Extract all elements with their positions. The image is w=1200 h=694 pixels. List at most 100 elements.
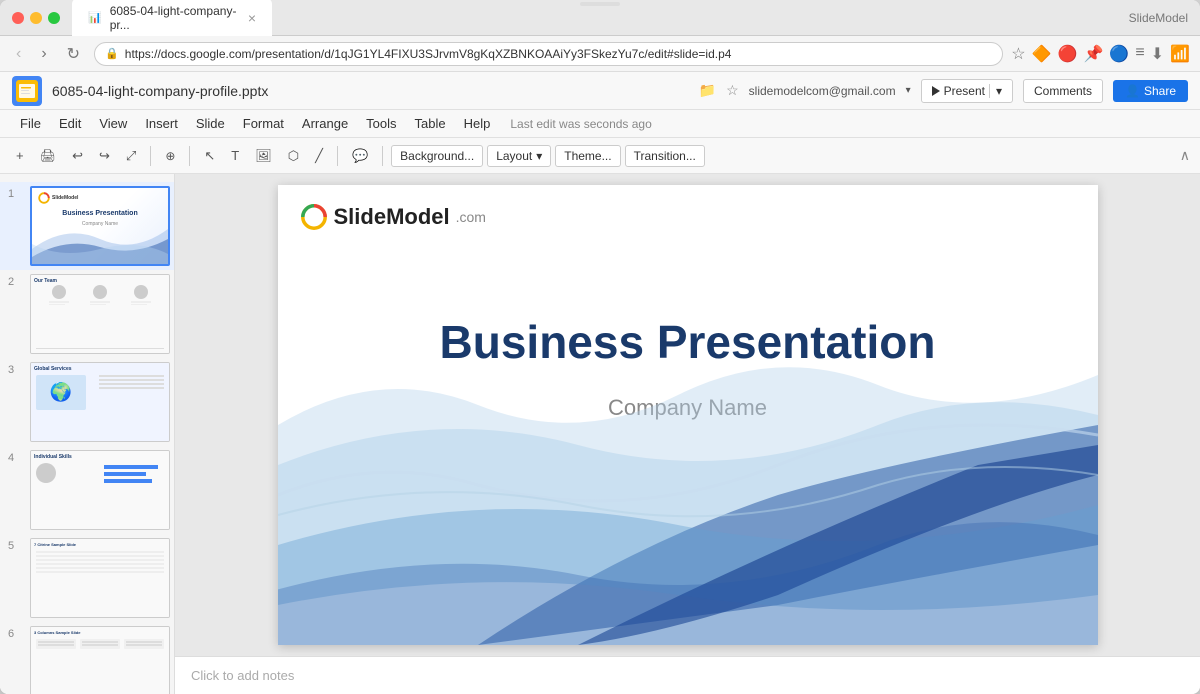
slide-canvas-wrapper[interactable]: SlideModel.com Business Presentation Com… xyxy=(175,174,1200,656)
collapse-toolbar-button[interactable]: ∧ xyxy=(1180,147,1190,164)
menu-bar: File Edit View Insert Slide Format Arran… xyxy=(0,110,1200,138)
thumb-wave xyxy=(32,219,168,264)
menu-file[interactable]: File xyxy=(12,113,49,134)
minimize-button[interactable] xyxy=(30,12,42,24)
image-tool[interactable]: 🖼 xyxy=(249,145,278,167)
extension3-icon[interactable]: 📌 xyxy=(1083,44,1103,64)
share-icon: 👤 xyxy=(1125,84,1140,98)
window-controls xyxy=(12,12,60,24)
lock-icon: 🔒 xyxy=(105,47,119,60)
browser-window: 📊 6085-04-light-company-pr... × SlideMod… xyxy=(0,0,1200,694)
present-button[interactable]: Present ▾ xyxy=(921,79,1013,103)
close-button[interactable] xyxy=(12,12,24,24)
shape-tool[interactable]: ⬡ xyxy=(282,145,305,167)
tab-favicon: 📊 xyxy=(88,11,102,24)
slide-item-2[interactable]: 2 Our Team xyxy=(0,270,174,358)
extension7-icon[interactable]: 📶 xyxy=(1170,44,1190,64)
layout-button[interactable]: Layout ▾ xyxy=(487,145,551,167)
user-email-caret[interactable]: ▾ xyxy=(906,85,911,96)
browser-tab[interactable]: 📊 6085-04-light-company-pr... × xyxy=(72,0,272,38)
slide-num-2: 2 xyxy=(8,276,22,288)
present-dropdown-arrow[interactable]: ▾ xyxy=(989,84,1002,98)
folder-icon[interactable]: 📁 xyxy=(699,82,716,99)
slidemodel-ring-logo xyxy=(300,203,328,231)
tab-title: 6085-04-light-company-pr... xyxy=(110,4,240,32)
star-icon[interactable]: ☆ xyxy=(726,82,739,99)
slides-panel: 1 SlideModel Business Presentation xyxy=(0,174,175,694)
extension5-icon[interactable]: ≡ xyxy=(1135,44,1144,64)
browser-app-name: SlideModel xyxy=(1129,11,1188,25)
menu-insert[interactable]: Insert xyxy=(137,113,186,134)
extension1-icon[interactable]: 🔶 xyxy=(1032,44,1052,64)
slide-thumb-6[interactable]: 3 Columns Sample Slide xyxy=(30,626,170,694)
redo-button[interactable]: ↪ xyxy=(93,145,116,167)
menu-edit[interactable]: Edit xyxy=(51,113,89,134)
select-tool[interactable]: ↖ xyxy=(198,145,221,167)
extension4-icon[interactable]: 🔵 xyxy=(1109,44,1129,64)
menu-slide[interactable]: Slide xyxy=(188,113,233,134)
menu-table[interactable]: Table xyxy=(407,113,454,134)
zoom-level-button[interactable]: ⊕ xyxy=(159,146,181,166)
app-header: 6085-04-light-company-profile.pptx 📁 ☆ s… xyxy=(0,72,1200,110)
slide-thumb-1[interactable]: SlideModel Business Presentation Company… xyxy=(30,186,170,266)
wave-decoration xyxy=(278,345,1098,645)
notes-area: Click to add notes xyxy=(175,656,1200,694)
add-button[interactable]: + xyxy=(10,145,30,166)
back-button[interactable]: ‹ xyxy=(10,43,27,65)
toolbar: + 🖨 ↩ ↪ ⤢ ⊕ ↖ T 🖼 ⬡ ╱ 💬 Background... La… xyxy=(0,138,1200,174)
slide-thumb-2[interactable]: Our Team xyxy=(30,274,170,354)
browser-toolbar: ‹ › ↻ 🔒 ☆ 🔶 🔴 📌 🔵 ≡ ⬇ 📶 xyxy=(0,36,1200,72)
slide-item-6[interactable]: 6 3 Columns Sample Slide xyxy=(0,622,174,694)
layout-caret: ▾ xyxy=(536,149,542,163)
menu-tools[interactable]: Tools xyxy=(358,113,404,134)
user-email: slidemodelcom@gmail.com xyxy=(749,84,896,98)
print-button[interactable]: 🖨 xyxy=(34,145,63,167)
slide-thumb-3[interactable]: Global Services 🌍 xyxy=(30,362,170,442)
menu-arrange[interactable]: Arrange xyxy=(294,113,356,134)
toolbar-separator-1 xyxy=(150,146,151,166)
slide-item-4[interactable]: 4 Individual Skills xyxy=(0,446,174,534)
slide-num-6: 6 xyxy=(8,628,22,640)
slide-item-1[interactable]: 1 SlideModel Business Presentation xyxy=(0,182,174,270)
notes-placeholder[interactable]: Click to add notes xyxy=(191,668,294,683)
transition-button[interactable]: Transition... xyxy=(625,145,705,167)
present-label: Present xyxy=(944,84,985,98)
app-title: 6085-04-light-company-profile.pptx xyxy=(52,83,689,99)
background-button[interactable]: Background... xyxy=(391,145,483,167)
comments-button[interactable]: Comments xyxy=(1023,79,1103,103)
undo-button[interactable]: ↩ xyxy=(66,145,89,167)
toolbar-separator-2 xyxy=(189,146,190,166)
address-bar[interactable]: 🔒 xyxy=(94,42,1003,66)
slide-logo: SlideModel.com xyxy=(300,203,486,231)
toolbar-separator-4 xyxy=(382,146,383,166)
theme-button[interactable]: Theme... xyxy=(555,145,620,167)
refresh-button[interactable]: ↻ xyxy=(61,42,86,66)
zoom-button[interactable]: ⤢ xyxy=(120,145,142,167)
menu-help[interactable]: Help xyxy=(456,113,499,134)
bookmark-icon[interactable]: ☆ xyxy=(1011,44,1025,64)
logo-suffix: .com xyxy=(456,209,486,225)
header-right: slidemodelcom@gmail.com ▾ Present ▾ Comm… xyxy=(749,79,1188,103)
extension2-icon[interactable]: 🔴 xyxy=(1058,44,1078,64)
maximize-button[interactable] xyxy=(48,12,60,24)
tab-close-button[interactable]: × xyxy=(248,10,256,26)
slide-num-1: 1 xyxy=(8,188,22,200)
comment-tool[interactable]: 💬 xyxy=(346,145,374,167)
slide-item-5[interactable]: 5 7 Citrine Sample Slide xyxy=(0,534,174,622)
browser-toolbar-icons: ☆ 🔶 🔴 📌 🔵 ≡ ⬇ 📶 xyxy=(1011,44,1190,64)
slide-thumb-5[interactable]: 7 Citrine Sample Slide xyxy=(30,538,170,618)
slide-thumb-4[interactable]: Individual Skills xyxy=(30,450,170,530)
menu-format[interactable]: Format xyxy=(235,113,292,134)
extension6-icon[interactable]: ⬇ xyxy=(1151,44,1164,64)
slide-item-3[interactable]: 3 Global Services 🌍 xyxy=(0,358,174,446)
menu-view[interactable]: View xyxy=(91,113,135,134)
line-tool[interactable]: ╱ xyxy=(309,145,329,167)
share-button[interactable]: 👤 Share xyxy=(1113,80,1188,102)
address-input[interactable] xyxy=(125,47,993,61)
forward-button[interactable]: › xyxy=(35,43,52,65)
slide-num-4: 4 xyxy=(8,452,22,464)
slide-num-5: 5 xyxy=(8,540,22,552)
slide-num-3: 3 xyxy=(8,364,22,376)
text-tool[interactable]: T xyxy=(225,145,245,166)
slide-canvas: SlideModel.com Business Presentation Com… xyxy=(278,185,1098,645)
